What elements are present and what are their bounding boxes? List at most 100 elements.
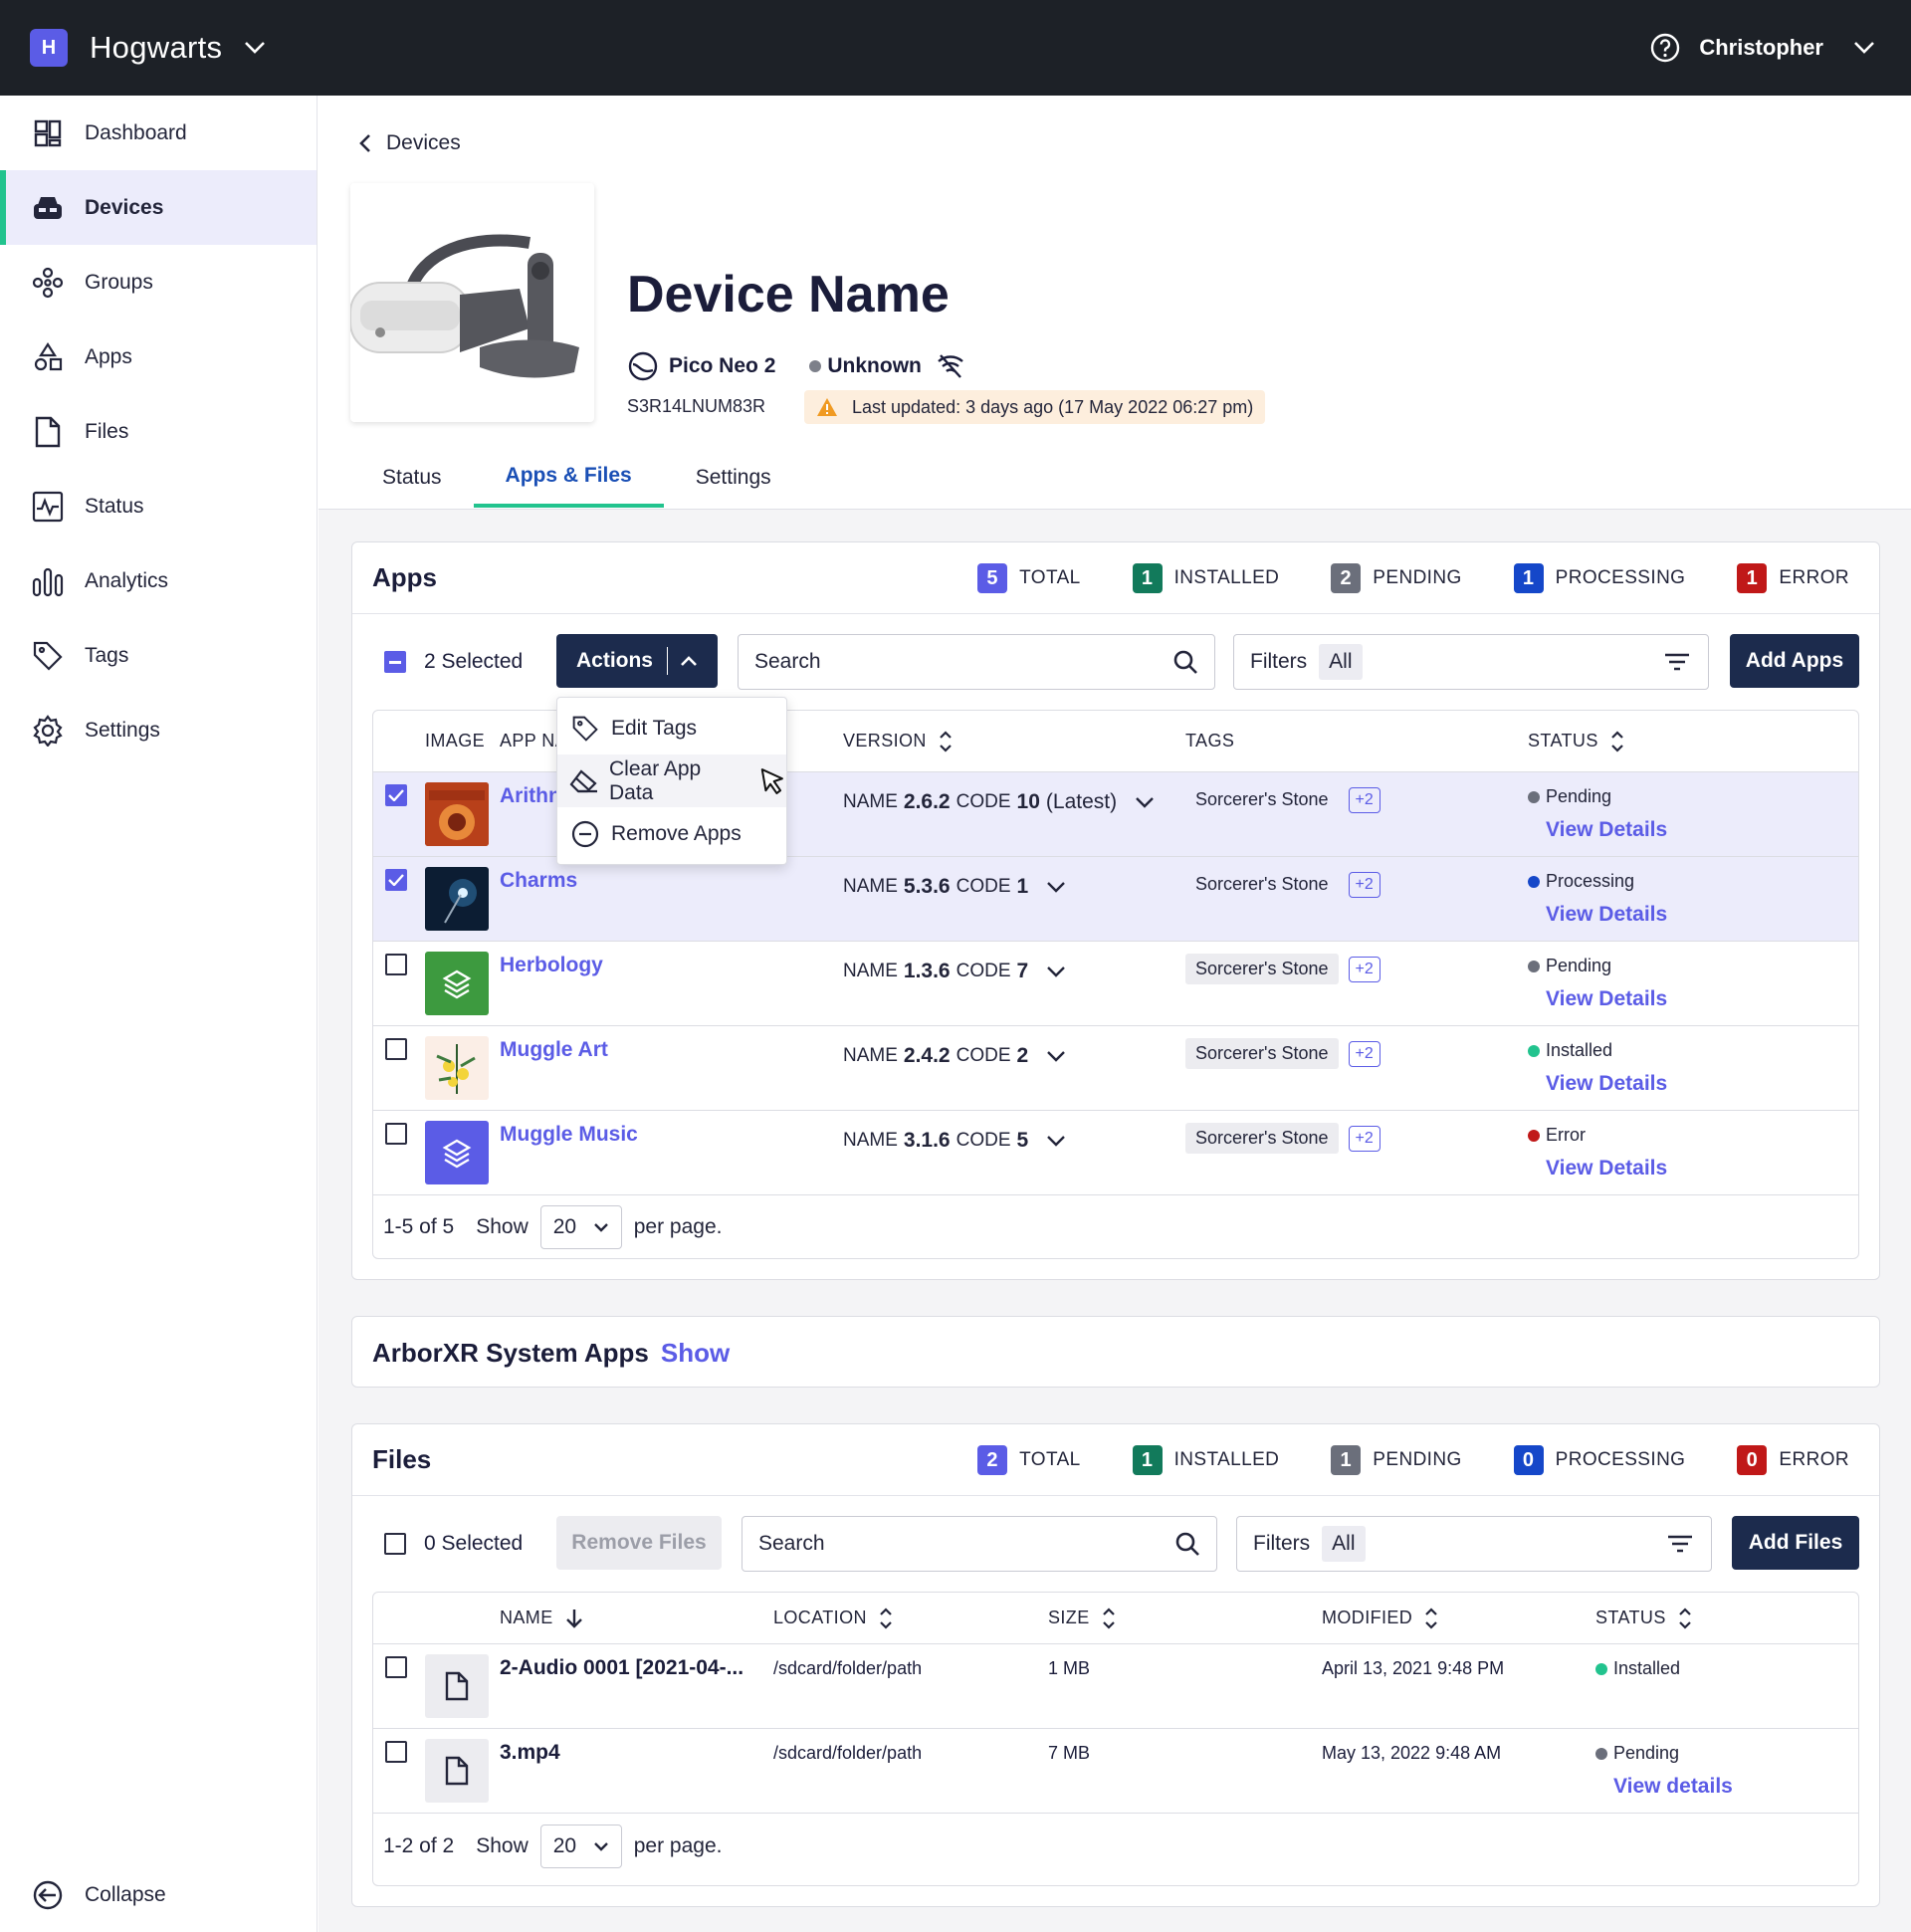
sidebar-item-settings[interactable]: Settings — [0, 693, 317, 767]
app-version[interactable]: NAME 2.6.2 CODE 10 (Latest) — [843, 790, 1155, 814]
user-name[interactable]: Christopher — [1699, 35, 1823, 61]
row-checkbox[interactable] — [385, 1038, 407, 1060]
search-icon — [1173, 650, 1197, 674]
file-name[interactable]: 2-Audio 0001 [2021-04-... — [500, 1656, 743, 1680]
file-icon — [32, 416, 64, 448]
table-row[interactable]: Charms NAME 5.3.6 CODE 1 Sorcerer's Stone +2… — [373, 857, 1858, 942]
tab-apps-files[interactable]: Apps & Files — [473, 448, 664, 508]
chevron-down-icon — [593, 1842, 608, 1851]
more-tags-badge[interactable]: +2 — [1348, 871, 1380, 898]
file-status: Pending — [1595, 1743, 1679, 1764]
files-filters[interactable]: Filters All — [1236, 1516, 1712, 1572]
app-name-link[interactable]: Arithn — [500, 784, 561, 808]
col-size[interactable]: SIZE — [1048, 1607, 1116, 1630]
row-checkbox[interactable] — [385, 784, 407, 806]
sidebar-item-files[interactable]: Files — [0, 394, 317, 469]
col-status[interactable]: STATUS — [1528, 730, 1624, 753]
view-details-link[interactable]: View Details — [1546, 903, 1667, 927]
menu-item-remove-apps[interactable]: Remove Apps — [557, 807, 786, 860]
view-details-link[interactable]: View Details — [1546, 1072, 1667, 1096]
select-all-checkbox[interactable] — [384, 1533, 406, 1555]
tag-chip[interactable]: Sorcerer's Stone — [1185, 954, 1339, 984]
app-version[interactable]: NAME 3.1.6 CODE 5 — [843, 1129, 1066, 1153]
files-counts: 2 TOTAL 1 INSTALLED 1 PENDING 0 PROCESSING 0… — [926, 1424, 1849, 1496]
tag-chip[interactable]: Sorcerer's Stone — [1185, 784, 1339, 815]
app-version[interactable]: NAME 5.3.6 CODE 1 — [843, 875, 1066, 899]
table-row[interactable]: 3.mp4 /sdcard/folder/path 7 MB May 13, 2… — [373, 1729, 1858, 1814]
actions-button[interactable]: Actions — [556, 634, 718, 688]
table-row[interactable]: Muggle Music NAME 3.1.6 CODE 5 Sorcerer's S… — [373, 1111, 1858, 1195]
count-processing: 0 PROCESSING — [1513, 1445, 1686, 1475]
sidebar: Dashboard Devices Groups Apps Files Stat… — [0, 96, 318, 1932]
tag-chip[interactable]: Sorcerer's Stone — [1185, 869, 1339, 900]
app-name-link[interactable]: Muggle Art — [500, 1038, 608, 1062]
menu-item-edit-tags[interactable]: Edit Tags — [557, 702, 786, 754]
count-installed: 1 INSTALLED — [1132, 563, 1280, 593]
table-row[interactable]: 2-Audio 0001 [2021-04-... /sdcard/folder… — [373, 1644, 1858, 1729]
row-checkbox[interactable] — [385, 869, 407, 891]
row-checkbox[interactable] — [385, 1741, 407, 1763]
row-checkbox[interactable] — [385, 1656, 407, 1678]
per-page-select[interactable]: 20 — [539, 1825, 622, 1868]
sidebar-item-dashboard[interactable]: Dashboard — [0, 96, 317, 170]
apps-icon — [32, 341, 64, 373]
more-tags-badge[interactable]: +2 — [1348, 1040, 1380, 1067]
file-location: /sdcard/folder/path — [773, 1658, 923, 1678]
sidebar-item-label: Status — [85, 494, 144, 518]
sidebar-item-groups[interactable]: Groups — [0, 245, 317, 320]
view-details-link[interactable]: View Details — [1546, 818, 1667, 842]
tab-status[interactable]: Status — [350, 448, 474, 508]
select-all-checkbox[interactable] — [384, 651, 406, 673]
more-tags-badge[interactable]: +2 — [1348, 786, 1380, 813]
sidebar-collapse[interactable]: Collapse — [0, 1857, 317, 1932]
tag-chip[interactable]: Sorcerer's Stone — [1185, 1123, 1339, 1154]
table-row[interactable]: Herbology NAME 1.3.6 CODE 7 Sorcerer's Ston… — [373, 942, 1858, 1026]
sidebar-item-analytics[interactable]: Analytics — [0, 543, 317, 618]
files-search-input[interactable]: Search — [742, 1516, 1217, 1572]
system-apps-show-link[interactable]: Show — [661, 1338, 730, 1369]
row-checkbox[interactable] — [385, 954, 407, 975]
view-details-link[interactable]: View details — [1613, 1775, 1733, 1799]
app-name-link[interactable]: Muggle Music — [500, 1123, 638, 1147]
sidebar-item-devices[interactable]: Devices — [0, 170, 317, 245]
org-chevron-down-icon[interactable] — [244, 41, 266, 55]
add-files-button[interactable]: Add Files — [1732, 1516, 1859, 1570]
sidebar-item-tags[interactable]: Tags — [0, 618, 317, 693]
remove-files-button[interactable]: Remove Files — [556, 1516, 722, 1570]
sidebar-item-apps[interactable]: Apps — [0, 320, 317, 394]
per-page-select[interactable]: 20 — [539, 1205, 622, 1249]
view-details-link[interactable]: View Details — [1546, 987, 1667, 1011]
col-location[interactable]: LOCATION — [773, 1607, 893, 1630]
app-version[interactable]: NAME 1.3.6 CODE 7 — [843, 960, 1066, 983]
eraser-icon — [569, 768, 599, 794]
apps-filters[interactable]: Filters All — [1233, 634, 1709, 690]
app-version[interactable]: NAME 2.4.2 CODE 2 — [843, 1044, 1066, 1068]
col-name[interactable]: NAME — [500, 1608, 583, 1629]
app-status: Installed — [1528, 1040, 1612, 1061]
add-apps-button[interactable]: Add Apps — [1730, 634, 1859, 688]
sidebar-item-status[interactable]: Status — [0, 469, 317, 543]
col-version[interactable]: VERSION — [843, 730, 953, 753]
help-icon[interactable] — [1649, 32, 1681, 64]
menu-item-clear-app-data[interactable]: Clear App Data — [557, 754, 786, 807]
col-status[interactable]: STATUS — [1595, 1607, 1692, 1630]
apps-search-input[interactable]: Search — [738, 634, 1215, 690]
table-row[interactable]: Muggle Art NAME 2.4.2 CODE 2 Sorcerer's Sto… — [373, 1026, 1858, 1111]
org-name[interactable]: Hogwarts — [90, 30, 222, 66]
tag-chip[interactable]: Sorcerer's Stone — [1185, 1038, 1339, 1069]
file-name[interactable]: 3.mp4 — [500, 1741, 560, 1765]
org-badge[interactable]: H — [30, 29, 68, 67]
breadcrumb[interactable]: Devices — [358, 131, 461, 155]
collapse-arrow-icon — [32, 1879, 64, 1911]
app-name-link[interactable]: Charms — [500, 869, 577, 893]
more-tags-badge[interactable]: +2 — [1348, 956, 1380, 982]
app-name-link[interactable]: Herbology — [500, 954, 603, 977]
sort-icon — [880, 1607, 892, 1629]
layers-icon — [425, 1121, 489, 1184]
col-modified[interactable]: MODIFIED — [1322, 1607, 1438, 1630]
user-chevron-down-icon[interactable] — [1853, 41, 1875, 55]
row-checkbox[interactable] — [385, 1123, 407, 1145]
view-details-link[interactable]: View Details — [1546, 1157, 1667, 1181]
more-tags-badge[interactable]: +2 — [1348, 1125, 1380, 1152]
tab-settings[interactable]: Settings — [664, 448, 803, 508]
